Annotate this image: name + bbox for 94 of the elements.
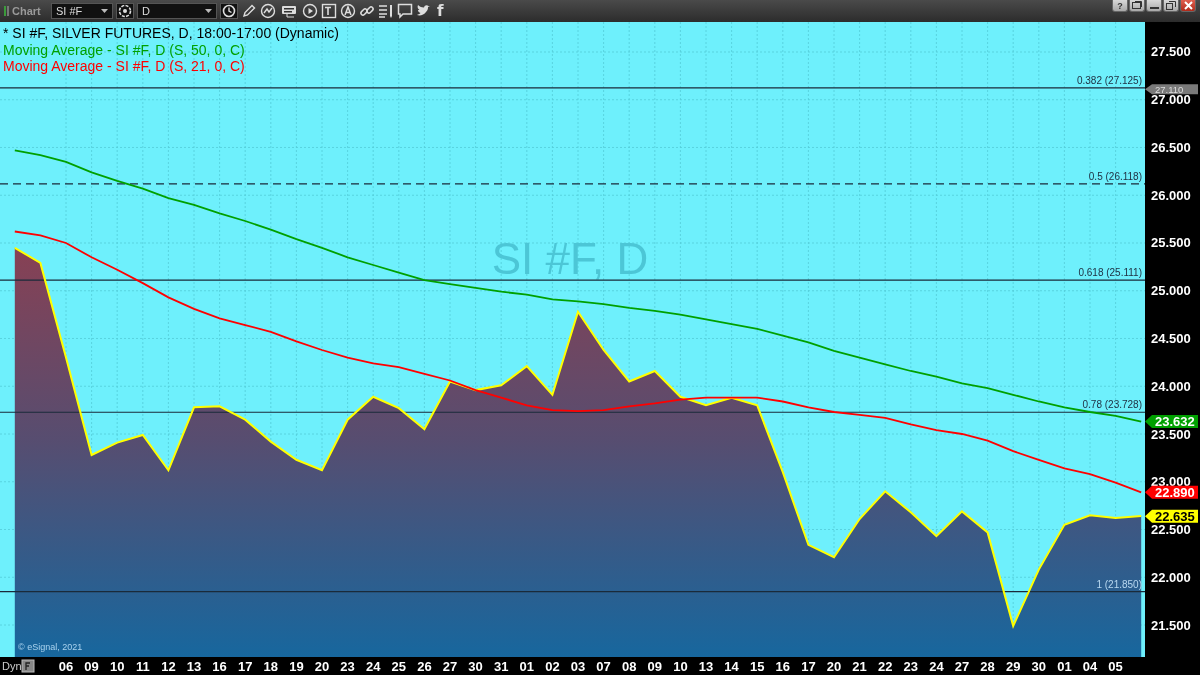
date-axis-label: 18 xyxy=(263,659,279,674)
copyright-text: © eSignal, 2021 xyxy=(18,642,83,652)
legend-entry: Moving Average - SI #F, D (S, 21, 0, C) xyxy=(3,58,246,75)
chart-title: * SI #F, SILVER FUTURES, D, 18:00-17:00 (Dynamic) xyxy=(3,25,339,42)
price-axis-label: 26.500 xyxy=(1151,140,1191,155)
date-axis-label: 23 xyxy=(903,659,919,674)
last-value-tag: 23.632 xyxy=(1145,414,1198,430)
date-axis-label: 12 xyxy=(161,659,176,674)
date-axis-label: 10 xyxy=(673,659,688,674)
date-axis-label: 17 xyxy=(237,659,253,674)
date-axis-label: 17 xyxy=(801,659,816,674)
alert-icon[interactable] xyxy=(340,3,356,19)
date-axis-label: 31 xyxy=(493,659,509,674)
date-axis-label: 29 xyxy=(1005,659,1021,674)
caret-icon xyxy=(205,9,212,13)
date-axis-label: 04 xyxy=(1082,659,1098,674)
price-axis-label: 26.000 xyxy=(1151,187,1191,203)
clock-icon xyxy=(222,4,236,18)
close-icon xyxy=(1183,1,1193,10)
price-axis-label: 27.000 xyxy=(1151,92,1191,108)
date-axis-label: 15 xyxy=(749,659,765,674)
restore-button[interactable] xyxy=(1129,0,1145,12)
window-title-text: Chart xyxy=(12,5,41,17)
maximize-icon xyxy=(1166,1,1176,10)
fibonacci-level-label: 0.382 (27.125) xyxy=(1076,74,1142,86)
date-axis-label: 09 xyxy=(647,659,663,674)
caret-icon xyxy=(101,9,108,13)
interval-dropdown[interactable]: D xyxy=(137,3,217,19)
date-axis-label: 11 xyxy=(135,659,150,674)
price-axis-label: 24.000 xyxy=(1151,378,1191,394)
speech-bubble-icon[interactable] xyxy=(397,3,413,19)
legend-entry: Moving Average - SI #F, D (S, 50, 0, C) xyxy=(3,41,246,58)
symbol-dropdown[interactable]: SI #F xyxy=(51,3,113,19)
maximize-button[interactable] xyxy=(1163,0,1179,12)
date-axis-label: 03 xyxy=(570,659,586,674)
price-tag: 27.110 xyxy=(1145,83,1198,95)
date-axis-label: 25 xyxy=(391,659,407,674)
date-axis-label: 20 xyxy=(314,659,330,674)
help-button[interactable]: ? xyxy=(1112,0,1128,12)
price-axis-label: 24.500 xyxy=(1151,331,1191,346)
price-axis-label: 25.000 xyxy=(1151,283,1191,299)
date-axis-label: 30 xyxy=(1031,659,1047,674)
price-axis-label: 21.500 xyxy=(1151,617,1191,633)
play-icon[interactable] xyxy=(302,3,318,19)
pencil-icon[interactable] xyxy=(241,3,257,19)
clock-button[interactable] xyxy=(220,3,238,19)
minimize-button[interactable] xyxy=(1146,0,1162,12)
chart-icon xyxy=(4,6,9,16)
link-settings-button[interactable] xyxy=(116,3,134,19)
date-axis-label: 23 xyxy=(340,659,355,674)
date-axis-label: 24 xyxy=(929,659,944,674)
date-axis-label: 10 xyxy=(109,659,125,674)
date-axis-label: 05 xyxy=(1108,659,1123,674)
date-axis-label: 30 xyxy=(468,659,483,674)
formula-button[interactable] xyxy=(21,659,35,673)
fibonacci-level-label: 0.618 (25.111) xyxy=(1078,267,1142,279)
fibonacci-level-label: 0.78 (23.728) xyxy=(1082,399,1142,411)
date-axis-label: 08 xyxy=(621,659,637,674)
date-axis-label: 01 xyxy=(1057,659,1072,674)
gear-icon xyxy=(118,4,132,18)
price-axis-label: 27.500 xyxy=(1151,44,1191,60)
date-axis-label: 09 xyxy=(84,659,99,674)
text-tool-icon[interactable] xyxy=(321,3,337,19)
date-axis-label: 06 xyxy=(58,659,74,674)
date-axis-label: 27 xyxy=(954,659,970,674)
date-axis-label: 19 xyxy=(289,659,304,674)
date-axis-label: 22 xyxy=(877,659,893,674)
date-axis-label: 01 xyxy=(519,659,535,674)
data-icon[interactable] xyxy=(281,3,299,19)
date-axis-label: 21 xyxy=(852,659,867,674)
date-axis-label: 26 xyxy=(417,659,432,674)
minimize-icon xyxy=(1149,7,1159,9)
date-axis-label: 13 xyxy=(186,659,202,674)
dynamic-mode-label: Dyn xyxy=(2,660,22,672)
date-axis-label: 07 xyxy=(596,659,611,674)
price-axis-label: 25.500 xyxy=(1151,235,1191,251)
chain-link-icon[interactable] xyxy=(359,3,375,19)
date-axis-label: 28 xyxy=(980,659,995,674)
date-axis-label: 20 xyxy=(826,659,842,674)
price-axis-label: 22.000 xyxy=(1151,569,1191,585)
share-link[interactable]: f xyxy=(435,2,446,20)
date-axis-label: 27 xyxy=(442,659,458,674)
date-axis-label: 13 xyxy=(698,659,714,674)
date-axis-label: 16 xyxy=(775,659,791,674)
fibonacci-level-label: 0.5 (26.118) xyxy=(1088,170,1142,182)
price-axis-label: 22.500 xyxy=(1151,522,1191,537)
date-axis-label: 02 xyxy=(545,659,560,674)
list-edit-icon[interactable] xyxy=(378,3,394,19)
date-axis-label: 24 xyxy=(365,659,381,674)
date-axis-label: 16 xyxy=(212,659,227,674)
bird-icon[interactable] xyxy=(416,4,432,18)
close-button[interactable] xyxy=(1180,0,1196,12)
restore-icon xyxy=(1132,1,1142,10)
date-axis-label: 14 xyxy=(724,659,739,674)
